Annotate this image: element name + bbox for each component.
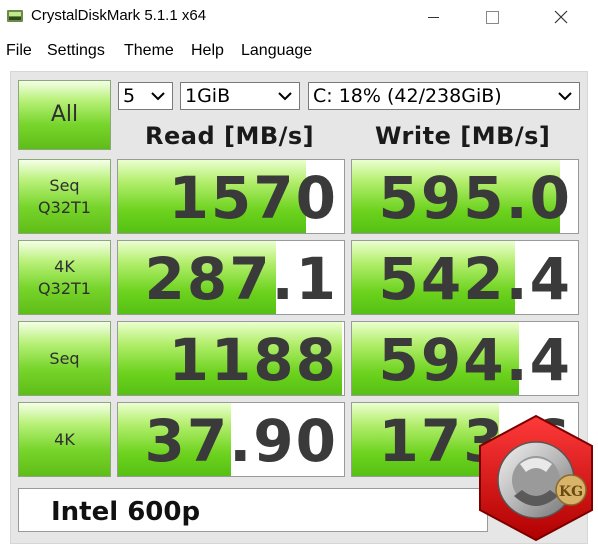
read-column-header: Read [MB/s] [145,122,315,150]
menu-language[interactable]: Language [241,42,312,60]
test-size-select[interactable]: 1GiB [180,82,300,110]
4k-q32t1-read-result: 287.1 [117,240,345,315]
menu-settings[interactable]: Settings [47,42,105,60]
chevron-down-icon [278,92,292,101]
seq-button[interactable]: Seq [18,321,111,396]
minimize-icon[interactable] [410,0,456,34]
read-value: 287.1 [144,245,338,313]
drive-value: C: 18% (42/238GiB) [313,85,502,107]
chevron-down-icon [558,92,572,101]
menu-help[interactable]: Help [191,42,224,60]
crystaldiskmark-app-icon [7,10,23,22]
title-bar: CrystalDiskMark 5.1.1 x64 [0,0,598,34]
comment-text: Intel 600p [51,497,201,527]
4k-label: 4K [54,429,75,449]
menu-file[interactable]: File [6,42,32,60]
drive-select[interactable]: C: 18% (42/238GiB) [308,82,580,110]
read-value: 1570 [168,164,338,232]
4k-button[interactable]: 4K [18,402,111,477]
seq-write-result: 594.4 [351,321,579,396]
test-count-select[interactable]: 5 [118,82,173,110]
write-column-header: Write [MB/s] [375,122,551,150]
read-value: 1188 [168,326,338,394]
menu-bar: File Settings Theme Help Language [0,40,598,62]
test-count-value: 5 [123,85,136,107]
read-value: 37.90 [144,407,338,475]
4k-q32t1-button[interactable]: 4K Q32T1 [18,240,111,315]
4k-q32t1-label: 4K Q32T1 [38,256,91,298]
4k-q32t1-write-result: 542.4 [351,240,579,315]
close-icon[interactable] [538,0,584,34]
seq-label: Seq [49,348,80,368]
write-value: 542.4 [378,245,572,313]
chevron-down-icon [151,92,165,101]
all-button-label: All [50,102,79,127]
seq-read-result: 1188 [117,321,345,396]
test-size-value: 1GiB [185,85,231,107]
menu-theme[interactable]: Theme [124,42,174,60]
write-value: 595.0 [378,164,572,232]
seq-q32t1-write-result: 595.0 [351,159,579,234]
maximize-icon[interactable] [468,0,514,34]
kitguru-logo-icon: KG [479,414,593,542]
comment-field[interactable]: Intel 600p [18,488,488,532]
4k-read-result: 37.90 [117,402,345,477]
all-button[interactable]: All [18,80,111,150]
kitguru-logo-text: KG [559,484,583,500]
seq-q32t1-read-result: 1570 [117,159,345,234]
window-title: CrystalDiskMark 5.1.1 x64 [31,7,207,24]
seq-q32t1-button[interactable]: Seq Q32T1 [18,159,111,234]
write-value: 594.4 [378,326,572,394]
seq-q32t1-label: Seq Q32T1 [38,175,91,217]
